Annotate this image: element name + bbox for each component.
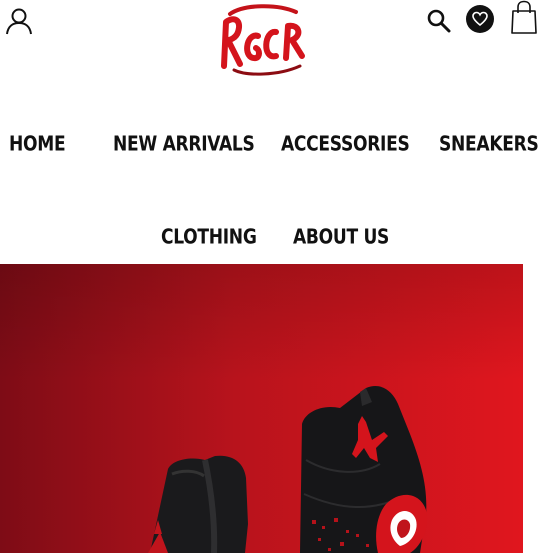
user-icon[interactable] (5, 7, 33, 35)
brand-logo[interactable] (216, 2, 308, 76)
search-icon[interactable] (426, 8, 452, 34)
nav-home[interactable]: HOME (9, 132, 66, 156)
hero-sneakers-image (0, 264, 523, 553)
site-header (0, 0, 539, 90)
nav-clothing[interactable]: CLOTHING (161, 225, 257, 249)
nav-about-us[interactable]: ABOUT US (293, 225, 389, 249)
nav-sneakers[interactable]: SNEAKERS (439, 132, 539, 156)
nav-new-arrivals[interactable]: NEW ARRIVALS (113, 132, 255, 156)
shopping-bag-icon[interactable] (509, 0, 539, 36)
heart-icon[interactable] (465, 4, 495, 34)
nav-accessories[interactable]: ACCESSORIES (281, 132, 410, 156)
hero-banner[interactable] (0, 264, 523, 553)
